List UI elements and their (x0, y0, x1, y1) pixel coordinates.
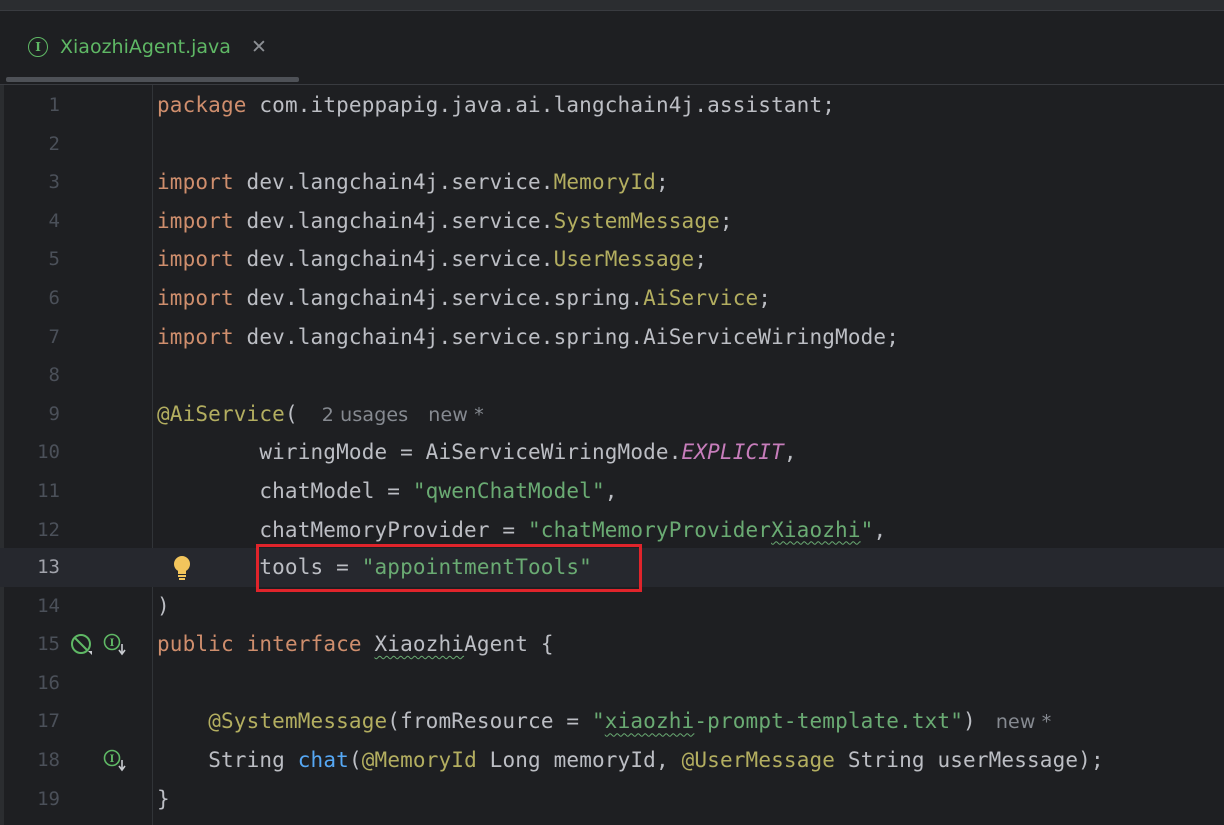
line-number: 15 (37, 633, 60, 656)
svg-text:I: I (110, 754, 115, 765)
line-number: 14 (37, 594, 60, 617)
code-line-5[interactable]: 5 import dev.langchain4j.service.UserMes… (0, 240, 1224, 279)
code-text: wiringMode = AiServiceWiringMode.EXPLICI… (157, 440, 797, 465)
window-top-strip (0, 0, 1224, 11)
line-number: 11 (37, 480, 60, 502)
line-number: 10 (37, 441, 60, 464)
implemented-interface-icon[interactable]: I (103, 633, 129, 657)
line-number: 8 (48, 364, 60, 387)
code-line-2[interactable]: 2 (0, 125, 1224, 164)
code-line-19[interactable]: 19 } (0, 780, 1224, 819)
code-text: public interface XiaozhiAgent { (157, 632, 554, 657)
code-line-10[interactable]: 10 wiringMode = AiServiceWiringMode.EXPL… (0, 433, 1224, 472)
line-number: 19 (37, 787, 60, 810)
code-line-9[interactable]: 9 @AiService(2 usages new * (0, 395, 1224, 434)
code-line-8[interactable]: 8 (0, 356, 1224, 395)
line-number: 5 (48, 248, 60, 271)
svg-text:I: I (110, 638, 115, 649)
interface-file-icon: I (28, 37, 48, 57)
line-number: 13 (37, 556, 60, 578)
code-text: } (157, 786, 170, 811)
close-icon[interactable]: ✕ (251, 36, 267, 58)
line-number: 18 (37, 749, 60, 771)
line-number: 9 (48, 402, 60, 425)
editor-tab-bar: I XiaozhiAgent.java ✕ (0, 11, 1224, 85)
spelling-warning[interactable]: Xiaozhi (771, 518, 861, 542)
new-hint[interactable]: new * (996, 711, 1052, 733)
line-number: 4 (48, 209, 60, 232)
line-number: 6 (48, 287, 60, 309)
code-text: chatMemoryProvider = "chatMemoryProvider… (157, 517, 887, 542)
line-number: 17 (37, 710, 60, 733)
line-number: 7 (48, 325, 60, 348)
code-line-18[interactable]: 18 I String chat(@MemoryId Long memoryId… (0, 741, 1224, 780)
code-text: import dev.langchain4j.service.SystemMes… (157, 208, 733, 233)
code-line-11[interactable]: 11 chatModel = "qwenChatModel", (0, 472, 1224, 511)
code-text: import dev.langchain4j.service.UserMessa… (157, 247, 708, 272)
code-line-7[interactable]: 7 import dev.langchain4j.service.spring.… (0, 318, 1224, 357)
code-text: @SystemMessage(fromResource = "xiaozhi-p… (208, 709, 1052, 734)
code-line-15[interactable]: 15 I public interface XiaozhiAgent { (0, 625, 1224, 664)
code-text: import dev.langchain4j.service.MemoryId; (157, 170, 669, 195)
spelling-warning[interactable]: Xiaozhi (375, 632, 465, 656)
code-text: @AiService(2 usages new * (157, 401, 484, 426)
code-line-3[interactable]: 3 import dev.langchain4j.service.MemoryI… (0, 163, 1224, 202)
usages-hint[interactable]: 2 usages (322, 404, 409, 426)
code-text: chatModel = "qwenChatModel", (157, 479, 618, 503)
red-highlight-annotation (256, 544, 642, 592)
tab-title: XiaozhiAgent.java (60, 36, 231, 58)
tab-scroll-indicator[interactable] (6, 77, 299, 82)
code-text: ) (157, 593, 170, 618)
spelling-warning[interactable]: xiaozhi (605, 709, 695, 733)
line-number: 2 (48, 132, 60, 155)
code-line-4[interactable]: 4 import dev.langchain4j.service.SystemM… (0, 202, 1224, 241)
code-line-6[interactable]: 6 import dev.langchain4j.service.spring.… (0, 279, 1224, 318)
new-hint[interactable]: new * (428, 404, 484, 426)
line-number: 16 (37, 671, 60, 694)
code-text: import dev.langchain4j.service.spring.Ai… (157, 324, 900, 349)
line-number: 1 (48, 94, 60, 116)
line-number: 3 (48, 171, 60, 194)
code-text: package com.itpeppapig.java.ai.langchain… (157, 93, 836, 117)
code-text: String chat(@MemoryId Long memoryId, @Us… (208, 748, 1104, 772)
code-text: import dev.langchain4j.service.spring.Ai… (157, 286, 772, 310)
tab-xiaozhi-agent[interactable]: I XiaozhiAgent.java ✕ (10, 25, 267, 69)
no-symbol-icon[interactable] (70, 633, 92, 656)
code-line-1[interactable]: 1 package com.itpeppapig.java.ai.langcha… (0, 86, 1224, 125)
code-line-16[interactable]: 16 (0, 664, 1224, 703)
code-line-17[interactable]: 17 @SystemMessage(fromResource = "xiaozh… (0, 702, 1224, 741)
implemented-interface-icon[interactable]: I (103, 749, 129, 773)
code-line-14[interactable]: 14 ) (0, 587, 1224, 626)
line-number: 12 (37, 518, 60, 541)
